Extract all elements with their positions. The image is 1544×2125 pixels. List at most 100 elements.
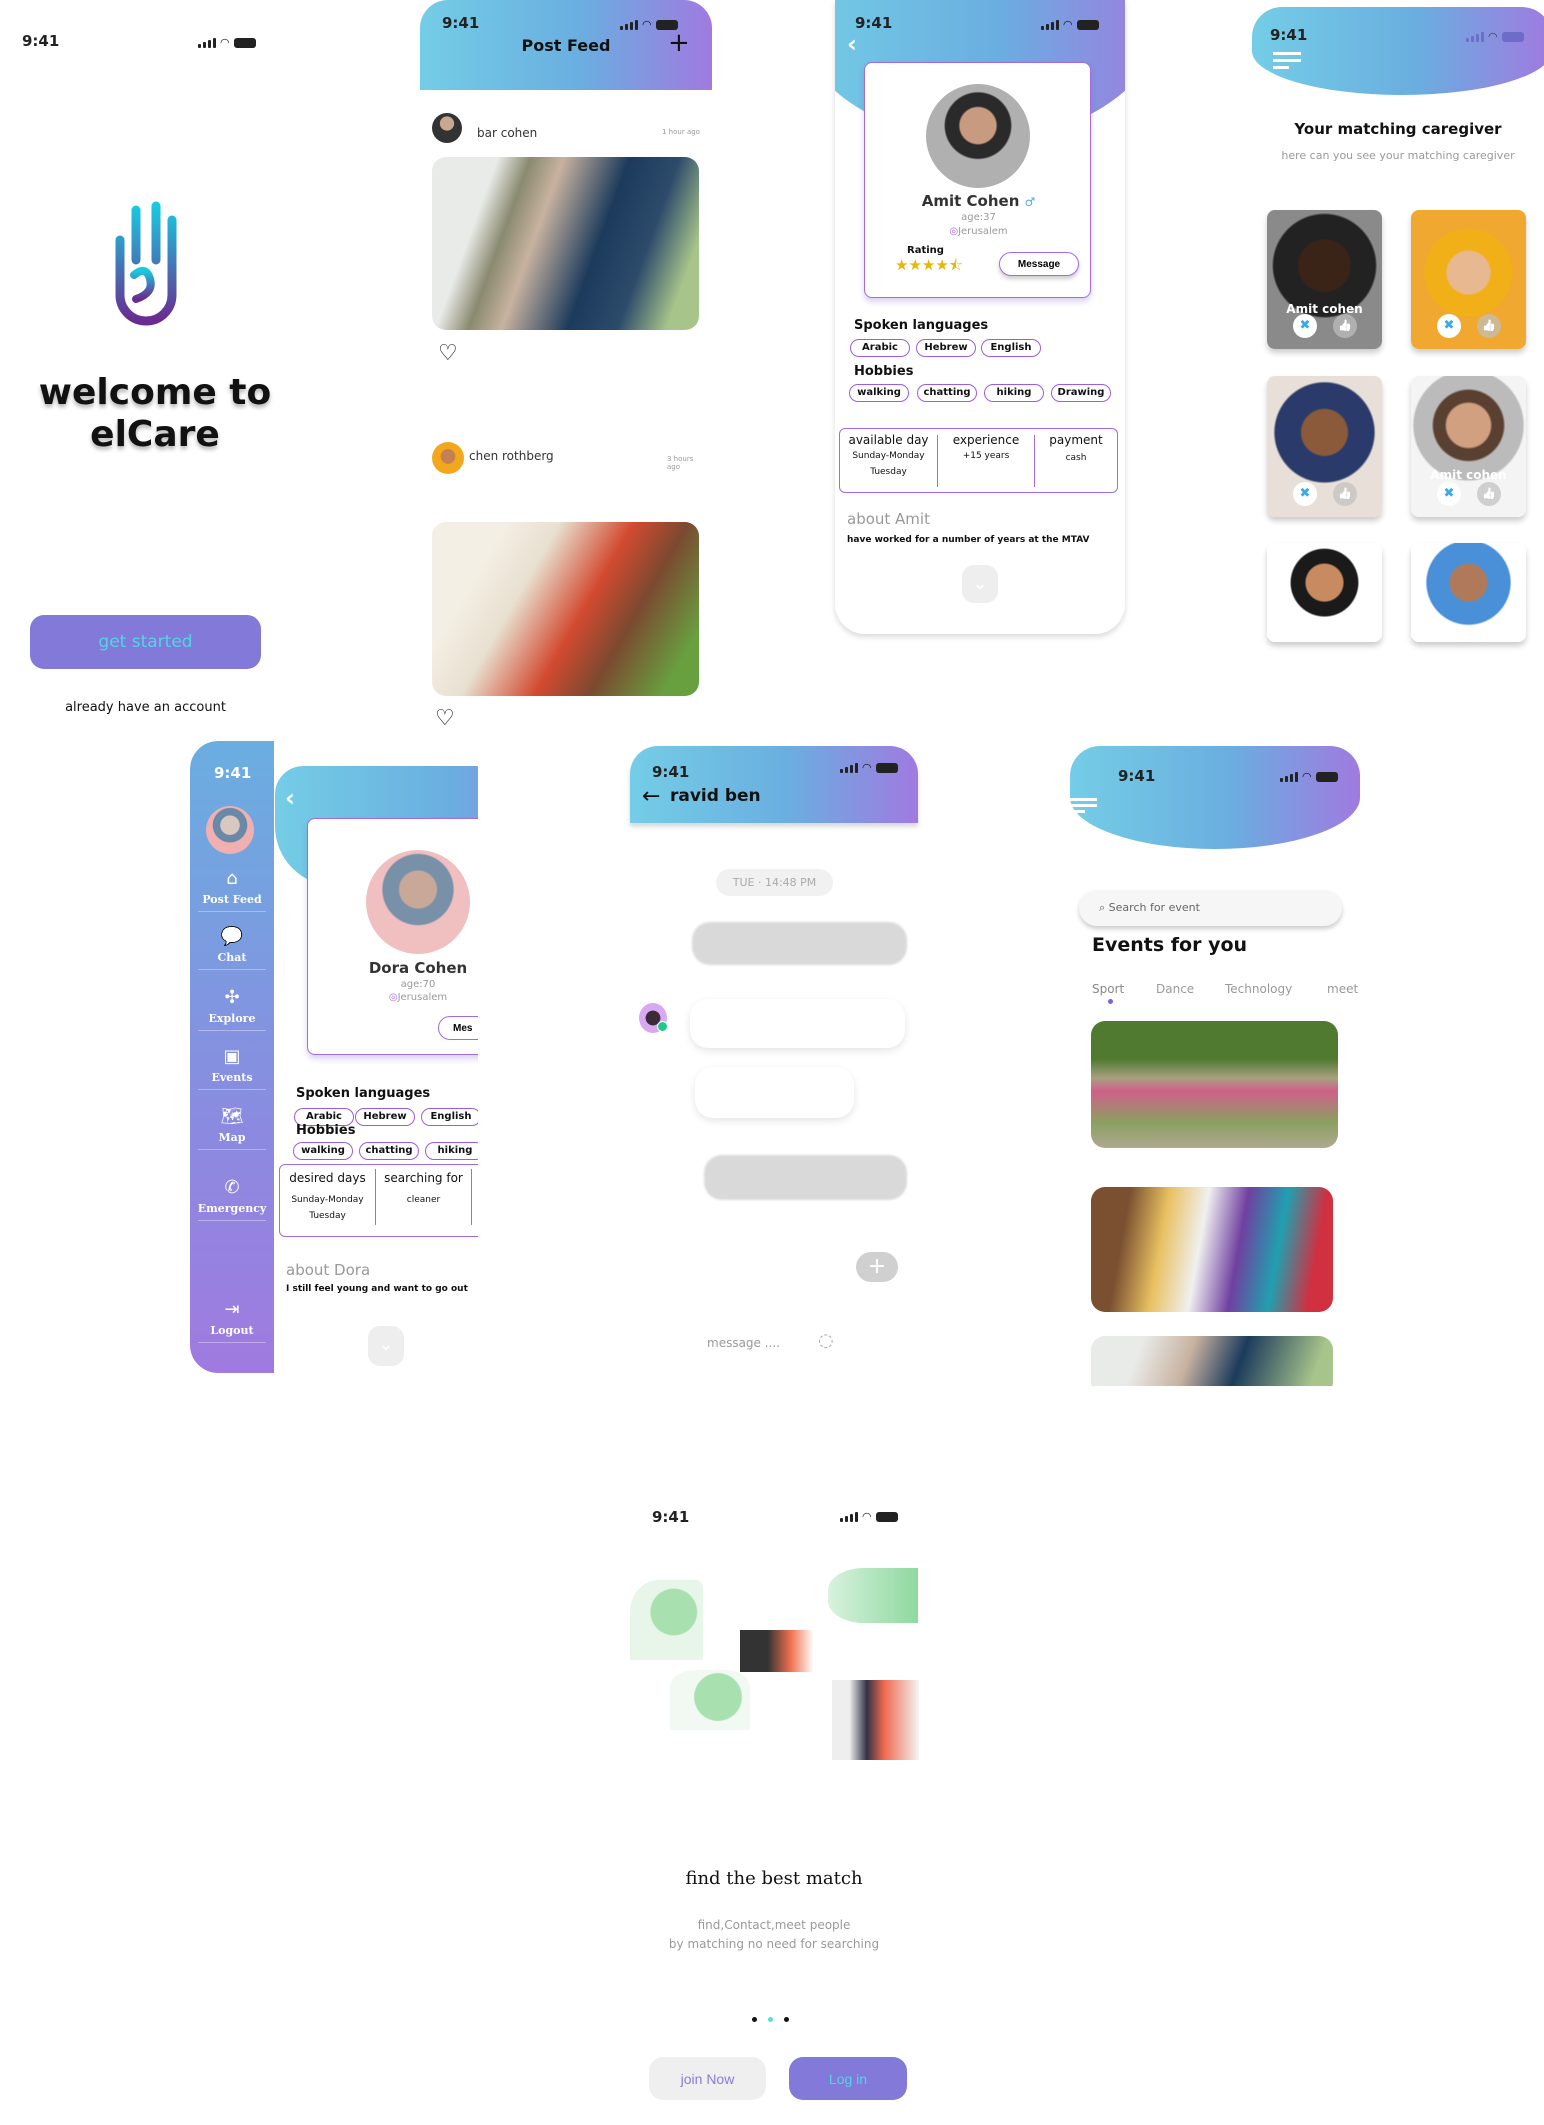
sidebar-item-chat[interactable]: 💬 Chat [190, 926, 274, 970]
like-heart-icon[interactable]: ♡ [435, 706, 455, 731]
contact-avatar[interactable] [639, 1003, 668, 1033]
chat-header [630, 746, 918, 823]
sidebar-item-label: Map [218, 1131, 246, 1144]
sidebar-item-explore[interactable]: ✣ Explore [190, 987, 274, 1031]
message-button[interactable]: Message [999, 252, 1079, 276]
online-status-dot [657, 1021, 668, 1032]
add-attachment-button[interactable]: + [856, 1252, 898, 1282]
matching-title: Your matching caregiver [1294, 120, 1502, 138]
signal-icon [198, 37, 216, 48]
searching-for-value: cleaner [406, 1195, 441, 1205]
language-chip: English [421, 1108, 478, 1126]
rating-stars: ★★★★⯪ [895, 256, 963, 274]
matching-header [1252, 7, 1544, 95]
message-bubble-sent [704, 1155, 907, 1200]
status-icons: ◠ [840, 761, 898, 774]
back-chevron-icon[interactable]: ‹ [285, 784, 295, 812]
get-started-button[interactable]: get started [30, 615, 261, 669]
page-dot[interactable] [752, 2017, 757, 2022]
experience-value: +15 years [962, 451, 1010, 461]
caregiver-card[interactable] [1411, 543, 1526, 642]
message-input[interactable]: message .... [707, 1336, 780, 1350]
post-author[interactable]: bar cohen [477, 126, 537, 140]
spoken-languages-heading: Spoken languages [296, 1086, 431, 1101]
back-arrow-icon[interactable]: ← [642, 784, 660, 809]
scroll-down-chevron-icon[interactable]: ⌄ [962, 565, 998, 603]
avatar[interactable] [206, 806, 254, 854]
message-bubble-received [690, 999, 905, 1048]
searching-for-header: searching for [384, 1171, 463, 1185]
thumbs-up-button[interactable]: 👍 [1333, 314, 1357, 338]
caregiver-card[interactable]: Amit cohen ✖ 👍 [1411, 376, 1526, 517]
caregiver-card[interactable]: ✖ 👍 [1267, 376, 1382, 517]
avatar[interactable] [432, 442, 464, 474]
reject-x-button[interactable]: ✖ [1293, 314, 1317, 338]
search-event-input[interactable]: ⌕ Search for event [1079, 890, 1342, 926]
hobbies-heading: Hobbies [296, 1123, 356, 1138]
status-time: 9:41 [1270, 26, 1308, 44]
tab-meet[interactable]: meet [1327, 982, 1358, 996]
caregiver-card[interactable]: ✖ 👍 [1411, 210, 1526, 349]
chat-timestamp: TUE · 14:48 PM [716, 869, 833, 896]
location-pin-icon: ◎ [388, 992, 398, 1003]
hamburger-menu-icon[interactable] [1273, 52, 1301, 69]
events-icon: ▣ [223, 1046, 241, 1067]
language-chip: Arabic [850, 339, 910, 357]
log-in-button[interactable]: Log in [789, 2057, 907, 2100]
already-have-account-link[interactable]: already have an account [30, 700, 261, 715]
avatar[interactable] [432, 113, 462, 143]
status-time: 9:41 [1118, 767, 1156, 785]
hobbies-heading: Hobbies [854, 364, 914, 379]
message-button[interactable]: Mes [438, 1016, 478, 1040]
sidebar-item-logout[interactable]: ⇥ Logout [190, 1299, 274, 1343]
reject-x-button[interactable]: ✖ [1293, 482, 1317, 506]
elcare-logo-icon [115, 201, 177, 326]
info-table: available day Sunday-Monday Tuesday experi… [839, 428, 1118, 493]
status-time: 9:41 [652, 1508, 690, 1526]
post-image[interactable] [432, 522, 699, 696]
event-image[interactable] [1091, 1021, 1338, 1148]
sidebar-item-post-feed[interactable]: ⌂ Post Feed [190, 868, 274, 912]
page-dot-active[interactable] [768, 2017, 773, 2022]
sidebar-item-label: Explore [208, 1012, 256, 1025]
post-image[interactable] [432, 157, 699, 330]
reject-x-button[interactable]: ✖ [1437, 314, 1461, 338]
scroll-down-chevron-icon[interactable]: ⌄ [368, 1326, 404, 1366]
spoken-languages-heading: Spoken languages [854, 318, 989, 333]
illustration-doctor [670, 1670, 750, 1730]
sidebar-item-events[interactable]: ▣ Events [190, 1046, 274, 1090]
avatar [926, 84, 1030, 188]
male-icon: ♂ [1024, 195, 1036, 209]
join-now-button[interactable]: join Now [649, 2057, 766, 2100]
sidebar-item-emergency[interactable]: ✆ Emergency [190, 1177, 274, 1221]
back-chevron-icon[interactable]: ‹ [847, 30, 857, 58]
events-header [1070, 746, 1360, 849]
desired-days-value: Tuesday [309, 1211, 346, 1221]
like-heart-icon[interactable]: ♡ [438, 341, 458, 366]
matching-screen: 9:41 ◠ Your matching caregiver here can … [1252, 0, 1544, 650]
caregiver-card[interactable] [1267, 543, 1382, 642]
post-author[interactable]: chen rothberg [469, 449, 554, 463]
add-post-button[interactable]: + [668, 28, 690, 58]
thumbs-up-button[interactable]: 👍 [1477, 482, 1501, 506]
logout-icon: ⇥ [224, 1299, 240, 1320]
page-dot[interactable] [784, 2017, 789, 2022]
hamburger-menu-icon[interactable] [1070, 798, 1097, 813]
thumbs-up-button[interactable]: 👍 [1333, 482, 1357, 506]
sidebar-item-map[interactable]: 🗺 Map [190, 1106, 274, 1150]
contact-name: ravid ben [670, 786, 761, 806]
sidebar-item-label: Emergency [197, 1202, 267, 1215]
chat-bubble-send-icon[interactable]: ◌ [818, 1330, 834, 1351]
elder-profile-screen: 9:41 ⌂ Post Feed 💬 Chat ✣ Explore ▣ Events 🗺 Map ✆… [190, 741, 478, 1373]
event-image[interactable] [1091, 1187, 1333, 1312]
thumbs-up-button[interactable]: 👍 [1477, 314, 1501, 338]
tab-dance[interactable]: Dance [1156, 982, 1194, 996]
reject-x-button[interactable]: ✖ [1437, 482, 1461, 506]
event-image[interactable] [1091, 1336, 1333, 1386]
status-time: 9:41 [214, 764, 252, 782]
tab-technology[interactable]: Technology [1225, 982, 1292, 996]
caregiver-card[interactable]: Amit cohen ✖ 👍 [1267, 210, 1382, 349]
tab-sport[interactable]: Sport [1092, 982, 1124, 996]
sidebar-item-label: Post Feed [202, 893, 262, 906]
language-chip: Hebrew [355, 1108, 415, 1126]
